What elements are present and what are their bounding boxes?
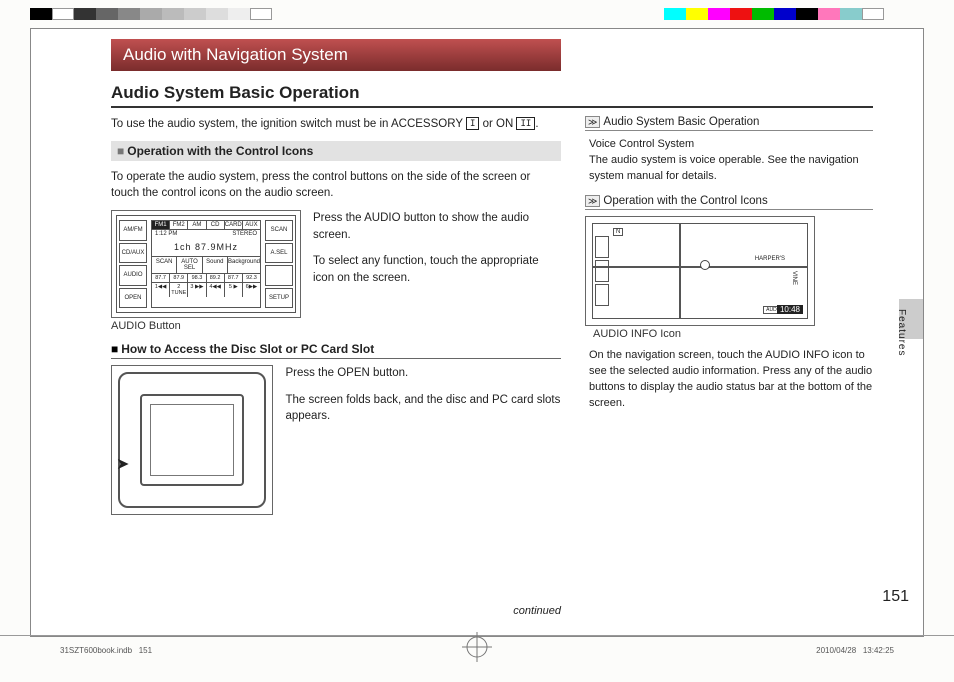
- preset-3: 98.3: [188, 274, 206, 282]
- preset-4: 89.2: [207, 274, 225, 282]
- map-side-tab: [595, 284, 609, 306]
- footer-file: 31SZT600book.indb: [60, 646, 132, 655]
- tab-am: AM: [188, 221, 206, 229]
- presetbtn-3: 3 ▶▶: [188, 283, 206, 297]
- side-block-voice: Voice Control System The audio system is…: [589, 137, 873, 185]
- continued-label: continued: [111, 605, 561, 617]
- fig2-line2: The screen folds back, and the disc and …: [285, 392, 561, 425]
- page-number: 151: [882, 588, 909, 606]
- square-bullet-icon: ■: [111, 342, 118, 356]
- btn-background: Background: [228, 257, 260, 273]
- hw-btn-audio: AUDIO: [119, 265, 147, 286]
- figure-caption-audio: AUDIO Button: [111, 320, 301, 332]
- intro-text-mid: or ON: [479, 118, 516, 130]
- map-clock: 10:48: [777, 305, 803, 314]
- subsection-control-icons: ■Operation with the Control Icons: [111, 141, 561, 161]
- presetbtn-4: 4◀◀: [207, 283, 225, 297]
- preset-2: 87.9: [170, 274, 188, 282]
- figure-text-2: Press the OPEN button. The screen folds …: [285, 365, 561, 515]
- tab-aux: AUX: [243, 221, 260, 229]
- fig2-line1: Press the OPEN button.: [285, 365, 561, 382]
- fig1-line1: Press the AUDIO button to show the audio…: [313, 210, 561, 243]
- tab-fm2: FM2: [170, 221, 188, 229]
- map-street-label: HARPER'S: [755, 256, 785, 262]
- side-ref-2: ≫Operation with the Control Icons: [585, 195, 873, 210]
- fig1-line2: To select any function, touch the approp…: [313, 253, 561, 286]
- figure-caption-map: AUDIO INFO Icon: [593, 328, 873, 340]
- audio-screen-illustration: AM/FM CD/AUX AUDIO OPEN SCAN A.SEL SETU: [116, 215, 296, 313]
- hw-btn-asel: A.SEL: [265, 243, 293, 264]
- side-ref-label: Operation with the Control Icons: [603, 195, 767, 207]
- square-bullet-icon: ■: [117, 144, 124, 158]
- page-frame: Audio with Navigation System Audio Syste…: [30, 28, 924, 637]
- presetbtn-2: 2 TUNE: [170, 283, 188, 297]
- hw-btn-blank: [265, 265, 293, 286]
- intro-text: To use the audio system, the ignition sw…: [111, 118, 466, 130]
- subsection-disc-slot: ■How to Access the Disc Slot or PC Card …: [111, 342, 561, 359]
- arrow-icon: ➤: [116, 454, 129, 474]
- section-title: Audio System Basic Operation: [111, 83, 873, 108]
- crossref-icon: ≫: [585, 116, 600, 128]
- key-on: II: [516, 117, 535, 130]
- presetbtn-5: 5 ▶: [225, 283, 243, 297]
- hw-btn-open: OPEN: [119, 288, 147, 309]
- preset-1: 87.7: [152, 274, 170, 282]
- section-tab-label: Features: [896, 309, 907, 356]
- side-block-info: On the navigation screen, touch the AUDI…: [589, 348, 873, 412]
- voice-title: Voice Control System: [589, 137, 873, 153]
- map-position-icon: [700, 260, 710, 270]
- side-ref-label: Audio System Basic Operation: [603, 116, 759, 128]
- north-icon: N: [613, 228, 623, 236]
- chapter-header: Audio with Navigation System: [111, 39, 561, 71]
- figure-text-1: Press the AUDIO button to show the audio…: [313, 210, 561, 332]
- presetbtn-1: 1◀◀: [152, 283, 170, 297]
- intro-text-end: .: [535, 118, 538, 130]
- calibration-bar-right: [664, 8, 884, 20]
- registration-mark-icon: [462, 632, 492, 662]
- audio-time: 1:12 PM: [155, 231, 177, 237]
- side-ref-1: ≫Audio System Basic Operation: [585, 116, 873, 131]
- subsection-label: How to Access the Disc Slot or PC Card S…: [121, 342, 374, 356]
- tab-fm1: FM1: [152, 221, 170, 229]
- btn-scan: SCAN: [152, 257, 177, 273]
- map-side-tab: [595, 236, 609, 258]
- footer-time: 13:42:25: [863, 646, 894, 655]
- figure-audio-button: AM/FM CD/AUX AUDIO OPEN SCAN A.SEL SETU: [111, 210, 301, 332]
- btn-sound: Sound: [203, 257, 228, 273]
- btn-autosel: AUTO SEL: [177, 257, 202, 273]
- sidebar-column: ≫Audio System Basic Operation Voice Cont…: [585, 116, 873, 617]
- hw-btn-setup: SETUP: [265, 288, 293, 309]
- key-accessory: I: [466, 117, 479, 130]
- audio-stereo: STEREO: [232, 231, 257, 237]
- figure-dashboard: ➤: [111, 365, 273, 515]
- preset-5: 87.7: [225, 274, 243, 282]
- figure-map: HARPER'S VINE N AUDIO 10:48: [585, 216, 815, 326]
- calibration-bar-left: [30, 8, 272, 20]
- subsection-label: Operation with the Control Icons: [127, 144, 313, 158]
- audio-frequency: 1ch 87.9MHz: [152, 238, 260, 256]
- hw-btn-cdaux: CD/AUX: [119, 243, 147, 264]
- crossref-icon: ≫: [585, 195, 600, 207]
- map-street-label: VINE: [791, 271, 797, 285]
- footer-page: 151: [139, 646, 152, 655]
- hw-btn-scan: SCAN: [265, 220, 293, 241]
- tab-card: CARD: [225, 221, 243, 229]
- icons-paragraph: To operate the audio system, press the c…: [111, 169, 561, 202]
- hw-btn-amfm: AM/FM: [119, 220, 147, 241]
- presetbtn-6: 6▶▶: [243, 283, 260, 297]
- preset-6: 92.3: [243, 274, 260, 282]
- page-content: Audio with Navigation System Audio Syste…: [111, 39, 873, 616]
- main-column: To use the audio system, the ignition sw…: [111, 116, 561, 617]
- voice-desc: The audio system is voice operable. See …: [589, 153, 873, 185]
- footer-date: 2010/04/28: [816, 646, 856, 655]
- map-side-tab: [595, 260, 609, 282]
- tab-cd: CD: [207, 221, 225, 229]
- intro-paragraph: To use the audio system, the ignition sw…: [111, 116, 561, 133]
